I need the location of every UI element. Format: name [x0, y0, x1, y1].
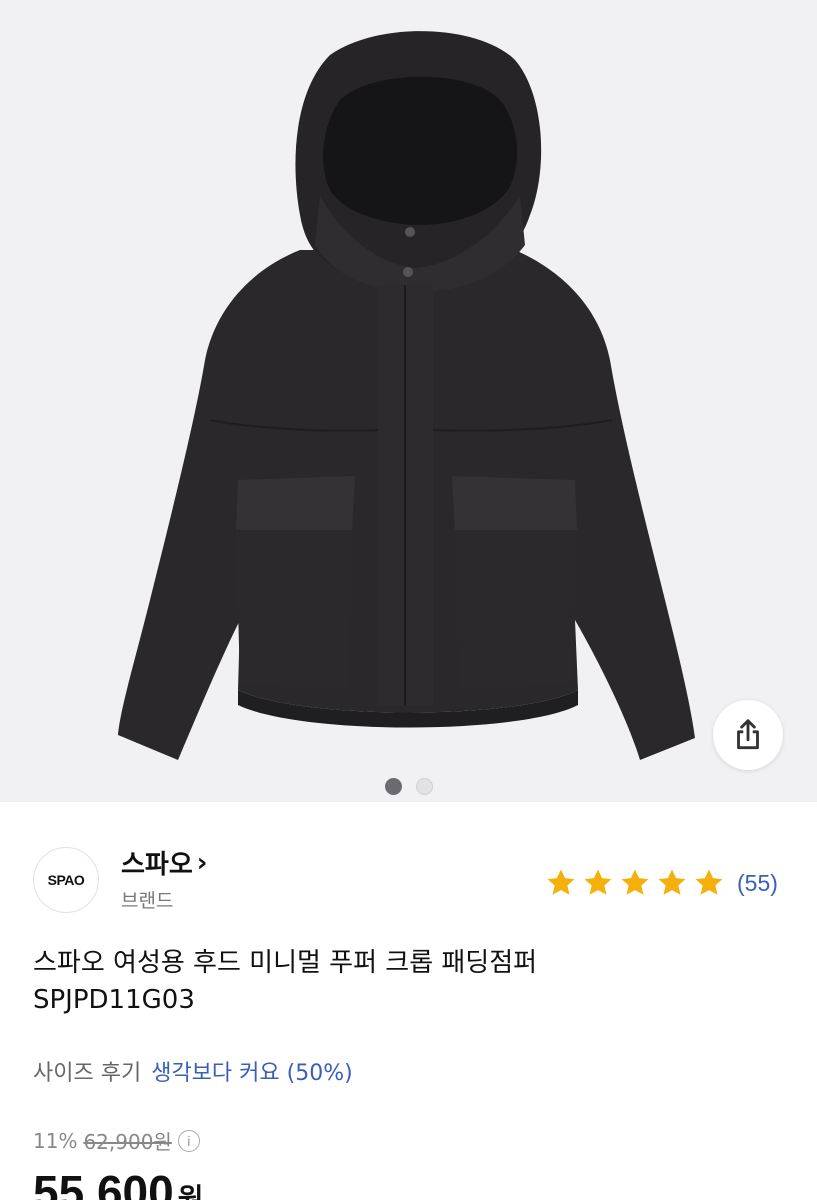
star-icon: [584, 869, 612, 895]
brand-name[interactable]: 스파오: [121, 844, 193, 881]
carousel-dot-active[interactable]: [384, 778, 402, 795]
original-price-row: 11% 62,900원 i: [33, 1126, 200, 1155]
jacket-product-photo: [118, 31, 695, 760]
product-image-area[interactable]: [0, 0, 817, 802]
star-icon: [658, 869, 686, 895]
brand-section: SPAO 스파오 › 브랜드 (55): [0, 802, 817, 927]
share-button[interactable]: [713, 700, 783, 770]
brand-logo[interactable]: SPAO: [33, 847, 99, 913]
chevron-right-icon: ›: [196, 847, 208, 878]
carousel-indicator: [0, 778, 817, 796]
carousel-dot[interactable]: [415, 778, 433, 795]
share-icon: [737, 719, 759, 750]
size-review-value[interactable]: 생각보다 커요 (50%): [151, 1055, 353, 1087]
original-price: 62,900원: [83, 1130, 172, 1154]
product-code: SPJPD11G03: [33, 985, 195, 1015]
size-review[interactable]: 사이즈 후기 생각보다 커요 (50%): [33, 1055, 353, 1087]
sale-price-unit: 원: [177, 1182, 204, 1200]
star-icon: [695, 869, 723, 895]
brand-subtitle: 브랜드: [121, 890, 174, 912]
sale-price: 55,600 원: [33, 1165, 203, 1200]
review-count[interactable]: (55): [737, 870, 778, 897]
brand-name-link[interactable]: 스파오 ›: [121, 844, 207, 881]
product-title-line: 스파오 여성용 후드 미니멀 푸퍼 크롭 패딩점퍼: [33, 948, 538, 978]
sale-price-amount: 55,600: [33, 1166, 174, 1200]
product-title: 스파오 여성용 후드 미니멀 푸퍼 크롭 패딩점퍼 SPJPD11G03: [33, 945, 537, 1019]
size-review-label: 사이즈 후기: [33, 1061, 142, 1086]
star-icon: [621, 869, 649, 895]
rating-summary[interactable]: (55): [544, 866, 778, 900]
info-icon[interactable]: i: [177, 1129, 200, 1152]
star-icon: [547, 869, 575, 895]
discount-rate: 11%: [33, 1128, 78, 1153]
